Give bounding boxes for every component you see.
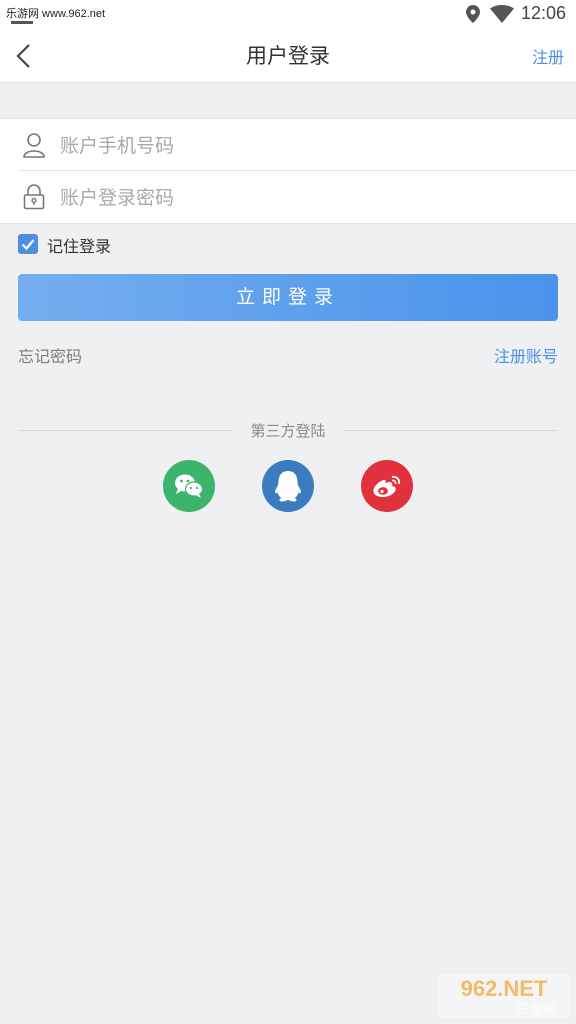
location-icon	[466, 5, 480, 27]
status-watermark: 乐游网 www.962.net	[6, 8, 106, 20]
check-icon	[21, 239, 35, 251]
password-input[interactable]	[58, 181, 542, 215]
divider-right	[344, 430, 558, 431]
watermark-bottom-text: 乐游网	[516, 1003, 555, 1018]
qq-icon	[275, 471, 301, 502]
register-button[interactable]: 注册	[532, 44, 564, 68]
weibo-icon	[373, 475, 401, 497]
wechat-icon	[175, 474, 204, 498]
nav-bar: 用户登录 注册	[0, 30, 576, 83]
remember-checkbox[interactable]	[18, 234, 38, 254]
wechat-login-button[interactable]	[163, 460, 215, 512]
phone-input[interactable]	[58, 129, 542, 163]
register-account-link[interactable]: 注册账号	[494, 343, 558, 367]
status-bar: 乐游网 www.962.net 12:06	[0, 0, 576, 30]
watermark-logo: 962.NET 乐游网	[436, 972, 572, 1020]
forgot-password-link[interactable]: 忘记密码	[18, 343, 82, 367]
lock-icon	[22, 184, 46, 210]
phone-row	[0, 119, 576, 171]
user-icon	[22, 132, 46, 158]
weibo-login-button[interactable]	[361, 460, 413, 512]
page-title: 用户登录	[246, 44, 330, 68]
wifi-icon	[490, 5, 514, 27]
watermark-top-text: 962.NET	[461, 976, 548, 1001]
notification-indicator	[11, 21, 33, 24]
remember-label: 记住登录	[47, 237, 112, 256]
qq-login-button[interactable]	[262, 460, 314, 512]
password-row	[0, 171, 576, 223]
login-button[interactable]: 立即登录	[18, 274, 558, 321]
login-form	[0, 118, 576, 224]
status-time: 12:06	[520, 3, 566, 23]
